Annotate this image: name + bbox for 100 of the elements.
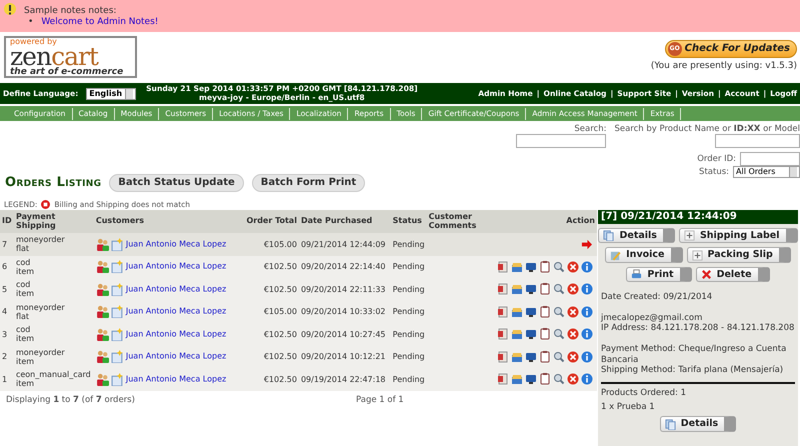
order-row[interactable]: 4 moneyorder flat Juan Antonio Meca Lopez €105.00 09/20/2014 10:33:02 Pending: [0, 300, 597, 323]
order-status: Pending: [390, 233, 427, 256]
note-icon[interactable]: [110, 282, 124, 296]
customers-icon[interactable]: [96, 328, 109, 341]
document-icon[interactable]: [497, 328, 509, 340]
magnifier-icon[interactable]: [553, 283, 565, 296]
order-id-field[interactable]: [740, 152, 800, 166]
action-button[interactable]: Delete: [696, 266, 770, 282]
language-select[interactable]: English: [86, 88, 136, 100]
delete-icon[interactable]: [567, 283, 579, 296]
action-button[interactable]: Invoice: [605, 247, 682, 263]
action-button[interactable]: Packing Slip: [686, 247, 791, 263]
magnifier-icon[interactable]: [553, 328, 565, 340]
clipboard-icon[interactable]: [539, 260, 551, 273]
notes-link[interactable]: Welcome to Admin Notes!: [41, 16, 158, 28]
status-label: Status:: [699, 167, 729, 178]
delete-icon[interactable]: [567, 328, 579, 340]
bullet: •: [28, 16, 34, 28]
note-icon[interactable]: [110, 260, 124, 274]
arrow-icon[interactable]: [580, 238, 593, 250]
folder-icon[interactable]: [511, 283, 523, 296]
clipboard-icon[interactable]: [539, 373, 551, 386]
folder-icon[interactable]: [511, 350, 523, 363]
column-header: Customers: [94, 210, 236, 233]
order-total: €102.50: [236, 368, 299, 390]
action-button[interactable]: Shipping Label: [678, 228, 798, 244]
info-icon[interactable]: [581, 306, 593, 318]
monitor-icon[interactable]: [525, 283, 537, 296]
delete-icon[interactable]: [567, 306, 579, 318]
order-status: Pending: [390, 346, 427, 368]
order-row[interactable]: 2 moneyorder item Juan Antonio Meca Lopez €102.50 09/20/2014 10:12:21 Pending: [0, 346, 597, 368]
monitor-icon[interactable]: [525, 260, 537, 273]
action-button[interactable]: Details: [598, 228, 675, 244]
batch-button[interactable]: Batch Form Print: [252, 174, 366, 192]
delete-icon[interactable]: [567, 373, 579, 386]
order-row[interactable]: 3 cod item Juan Antonio Meca Lopez €102.50 09/20/2014 10:27:45 Pending: [0, 323, 597, 346]
monitor-icon[interactable]: [525, 373, 537, 386]
magnifier-icon[interactable]: [553, 350, 565, 363]
monitor-icon[interactable]: [525, 306, 537, 318]
detail-title: [7] 09/21/2014 12:44:09: [598, 210, 798, 224]
page-title: Orders Listing: [5, 175, 102, 191]
info-icon[interactable]: [581, 283, 593, 296]
document-icon[interactable]: [497, 350, 509, 363]
magnifier-icon[interactable]: [553, 306, 565, 318]
batch-button[interactable]: Batch Status Update: [109, 174, 244, 192]
order-row[interactable]: 1 ceon_manual_card item Juan Antonio Meca Lopez €102.50 09/19/2014 22:47:18 Pending: [0, 368, 597, 390]
mismatch-icon: [41, 200, 50, 208]
monitor-icon[interactable]: [525, 328, 537, 340]
clipboard-icon[interactable]: [539, 306, 551, 318]
product-search-field[interactable]: [715, 134, 800, 148]
document-icon[interactable]: [497, 306, 509, 318]
document-icon[interactable]: [497, 373, 509, 386]
customers-icon[interactable]: [96, 260, 109, 274]
pages-icon: [664, 418, 676, 430]
order-total: €105.00: [236, 300, 299, 323]
status-select[interactable]: All Orders: [733, 166, 800, 178]
action-button[interactable]: Print: [626, 266, 692, 282]
clipboard-icon[interactable]: [539, 350, 551, 363]
document-icon[interactable]: [497, 260, 509, 273]
info-icon[interactable]: [581, 328, 593, 340]
clipboard-icon[interactable]: [539, 283, 551, 296]
page-indicator: Page 1 of 1: [356, 394, 404, 405]
customers-icon[interactable]: [96, 350, 109, 364]
customers-icon[interactable]: [96, 372, 109, 386]
folder-icon[interactable]: [511, 260, 523, 273]
customers-icon[interactable]: [96, 282, 109, 296]
folder-icon[interactable]: [511, 306, 523, 318]
note-icon[interactable]: [110, 372, 124, 386]
info-icon[interactable]: [581, 260, 593, 273]
folder-icon[interactable]: [511, 373, 523, 386]
order-status: Pending: [390, 278, 427, 300]
note-icon[interactable]: [110, 305, 124, 318]
delete-icon[interactable]: [567, 350, 579, 363]
clipboard-icon[interactable]: [539, 328, 551, 340]
magnifier-icon[interactable]: [553, 373, 565, 386]
note-icon[interactable]: [110, 350, 124, 364]
folder-icon[interactable]: [511, 328, 523, 340]
order-id: 4: [0, 300, 14, 323]
order-row[interactable]: 7 moneyorder flat Juan Antonio Meca Lopez €105.00 09/21/2014 12:44:09 Pending: [0, 233, 597, 256]
note-icon[interactable]: [110, 328, 124, 341]
search-field[interactable]: [516, 134, 606, 148]
date-created: Date Created: 09/21/2014: [601, 292, 714, 303]
order-row[interactable]: 6 cod item Juan Antonio Meca Lopez €102.50 09/20/2014 22:14:40 Pending: [0, 256, 597, 278]
column-header: Customer Comments: [426, 210, 478, 233]
info-icon[interactable]: [581, 373, 593, 386]
order-status: Pending: [390, 256, 427, 278]
customers-icon[interactable]: [96, 305, 109, 318]
note-icon[interactable]: [110, 238, 124, 251]
ip-address: IP Address: 84.121.178.208 - 84.121.178.208: [601, 323, 795, 334]
info-icon[interactable]: [581, 350, 593, 363]
column-header: Action: [478, 210, 597, 233]
customer-email: jmecalopez@gmail.com: [601, 312, 704, 324]
magnifier-icon[interactable]: [553, 260, 565, 273]
customers-icon[interactable]: [96, 238, 109, 251]
action-button[interactable]: Details: [660, 416, 736, 432]
document-icon[interactable]: [497, 283, 509, 296]
order-row[interactable]: 5 cod item Juan Antonio Meca Lopez €102.50 09/20/2014 22:11:33 Pending: [0, 278, 597, 300]
date-purchased: 09/20/2014 22:11:33: [298, 278, 391, 300]
monitor-icon[interactable]: [525, 350, 537, 363]
delete-icon[interactable]: [567, 260, 579, 273]
